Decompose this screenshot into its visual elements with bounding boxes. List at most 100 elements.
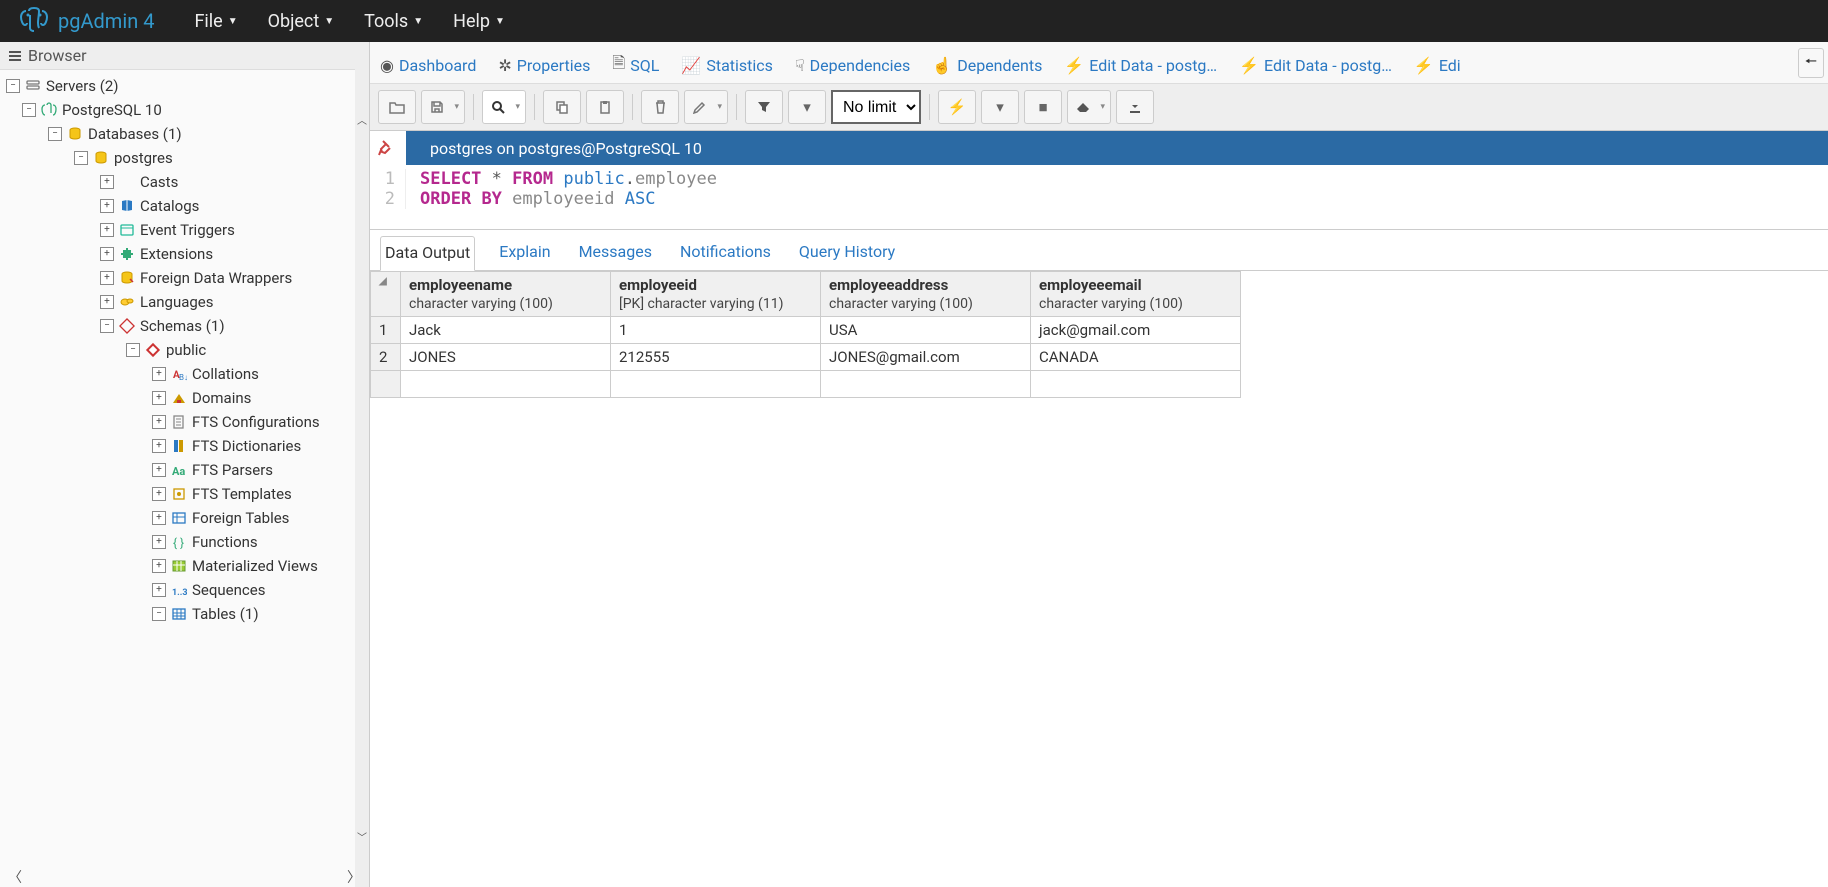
pin-icon[interactable]	[370, 131, 406, 165]
scroll-down-icon[interactable]: ﹀	[355, 825, 369, 847]
collapse-icon[interactable]	[74, 151, 88, 165]
expand-icon[interactable]	[100, 295, 114, 309]
open-file-button[interactable]	[378, 90, 416, 124]
menu-help[interactable]: Help▼	[453, 11, 505, 32]
expand-icon[interactable]	[152, 367, 166, 381]
limit-select[interactable]: No limit	[831, 90, 921, 124]
find-button[interactable]	[482, 90, 526, 124]
tree-node[interactable]: Catalogs	[4, 194, 369, 218]
execute-button[interactable]: ⚡	[938, 90, 976, 124]
menu-object[interactable]: Object▼	[268, 11, 335, 32]
expand-icon[interactable]	[100, 175, 114, 189]
result-grid[interactable]: ◢employeenamecharacter varying (100)empl…	[370, 271, 1241, 398]
expand-icon[interactable]	[152, 463, 166, 477]
expand-icon[interactable]	[152, 487, 166, 501]
tab-edit-data-1[interactable]: ⚡Edit Data - postg…	[1062, 52, 1219, 79]
download-button[interactable]	[1116, 90, 1154, 124]
tab-properties[interactable]: ✲Properties	[496, 52, 592, 79]
save-button[interactable]	[421, 90, 465, 124]
tree-node[interactable]: { }Functions	[4, 530, 369, 554]
tree-node[interactable]: FTS Dictionaries	[4, 434, 369, 458]
tree-node[interactable]: Tables (1)	[4, 602, 369, 626]
tab-query-history[interactable]: Query History	[795, 236, 899, 270]
tab-edit-data-3[interactable]: ⚡Edi	[1412, 52, 1463, 79]
column-header[interactable]: employeeemailcharacter varying (100)	[1031, 272, 1241, 317]
clear-button[interactable]	[1067, 90, 1111, 124]
sidebar-scrollbar[interactable]: ︿ ﹀	[355, 68, 369, 887]
table-row-empty[interactable]	[371, 371, 1241, 398]
object-tree[interactable]: Servers (2)PostgreSQL 10Databases (1)pos…	[0, 70, 369, 867]
tree-node[interactable]: Schemas (1)	[4, 314, 369, 338]
cell[interactable]: 1	[611, 317, 821, 344]
expand-icon[interactable]	[152, 439, 166, 453]
expand-icon[interactable]	[152, 535, 166, 549]
cell[interactable]: JONES	[401, 344, 611, 371]
table-row[interactable]: 1Jack1USAjack@gmail.com	[371, 317, 1241, 344]
tree-node[interactable]: postgres	[4, 146, 369, 170]
collapse-icon[interactable]	[48, 127, 62, 141]
collapse-icon[interactable]	[152, 607, 166, 621]
tab-dependencies[interactable]: ☟Dependencies	[793, 52, 912, 79]
expand-icon[interactable]	[152, 415, 166, 429]
tree-node[interactable]: Servers (2)	[4, 74, 369, 98]
stop-button[interactable]: ■	[1024, 90, 1062, 124]
tab-scroll-left[interactable]: 🠔	[1798, 48, 1824, 78]
expand-icon[interactable]	[100, 247, 114, 261]
filter-dropdown[interactable]: ▾	[788, 90, 826, 124]
tree-node[interactable]: AB↓Collations	[4, 362, 369, 386]
tree-node[interactable]: FTS Configurations	[4, 410, 369, 434]
tree-node[interactable]: Casts	[4, 170, 369, 194]
row-number[interactable]: 1	[371, 317, 401, 344]
row-number[interactable]: 2	[371, 344, 401, 371]
tab-dependents[interactable]: ☝Dependents	[930, 52, 1044, 79]
expand-icon[interactable]	[152, 391, 166, 405]
expand-icon[interactable]	[100, 223, 114, 237]
tree-node[interactable]: AaFTS Parsers	[4, 458, 369, 482]
scroll-left-icon[interactable]: 〈	[8, 867, 22, 887]
tree-node[interactable]: Extensions	[4, 242, 369, 266]
column-header[interactable]: employeeid[PK] character varying (11)	[611, 272, 821, 317]
paste-button[interactable]	[586, 90, 624, 124]
tree-node[interactable]: PostgreSQL 10	[4, 98, 369, 122]
cell[interactable]: JONES@gmail.com	[821, 344, 1031, 371]
expand-icon[interactable]	[152, 583, 166, 597]
collapse-icon[interactable]	[6, 79, 20, 93]
menu-tools[interactable]: Tools▼	[364, 11, 423, 32]
sql-editor[interactable]: 1 SELECT * FROM public.employee 2 ORDER …	[370, 165, 1828, 230]
menu-file[interactable]: File▼	[194, 11, 237, 32]
delete-button[interactable]	[641, 90, 679, 124]
expand-icon[interactable]	[100, 271, 114, 285]
expand-icon[interactable]	[100, 199, 114, 213]
cell[interactable]: CANADA	[1031, 344, 1241, 371]
cell[interactable]: Jack	[401, 317, 611, 344]
tab-notifications[interactable]: Notifications	[676, 236, 775, 270]
tree-node[interactable]: Event Triggers	[4, 218, 369, 242]
expand-icon[interactable]	[152, 511, 166, 525]
tree-node[interactable]: 1..3Sequences	[4, 578, 369, 602]
cell[interactable]: USA	[821, 317, 1031, 344]
tree-node[interactable]: Foreign Tables	[4, 506, 369, 530]
tree-node[interactable]: Domains	[4, 386, 369, 410]
grid-corner[interactable]: ◢	[371, 272, 401, 317]
column-header[interactable]: employeeaddresscharacter varying (100)	[821, 272, 1031, 317]
column-header[interactable]: employeenamecharacter varying (100)	[401, 272, 611, 317]
tab-messages[interactable]: Messages	[575, 236, 656, 270]
tab-dashboard[interactable]: ◉Dashboard	[378, 52, 478, 79]
collapse-icon[interactable]	[100, 319, 114, 333]
cell[interactable]: 212555	[611, 344, 821, 371]
tab-data-output[interactable]: Data Output	[380, 236, 475, 271]
table-row[interactable]: 2JONES212555JONES@gmail.comCANADA	[371, 344, 1241, 371]
filter-button[interactable]	[745, 90, 783, 124]
sidebar-hscroll[interactable]: 〈 〉	[0, 867, 369, 887]
collapse-icon[interactable]	[126, 343, 140, 357]
tree-node[interactable]: Materialized Views	[4, 554, 369, 578]
copy-button[interactable]	[543, 90, 581, 124]
tab-edit-data-2[interactable]: ⚡Edit Data - postg…	[1237, 52, 1394, 79]
tab-explain[interactable]: Explain	[495, 236, 554, 270]
tab-sql[interactable]: 🗎SQL	[610, 48, 661, 83]
scroll-up-icon[interactable]: ︿	[355, 108, 369, 130]
expand-icon[interactable]	[152, 559, 166, 573]
tree-node[interactable]: Databases (1)	[4, 122, 369, 146]
collapse-icon[interactable]	[22, 103, 36, 117]
cell[interactable]: jack@gmail.com	[1031, 317, 1241, 344]
